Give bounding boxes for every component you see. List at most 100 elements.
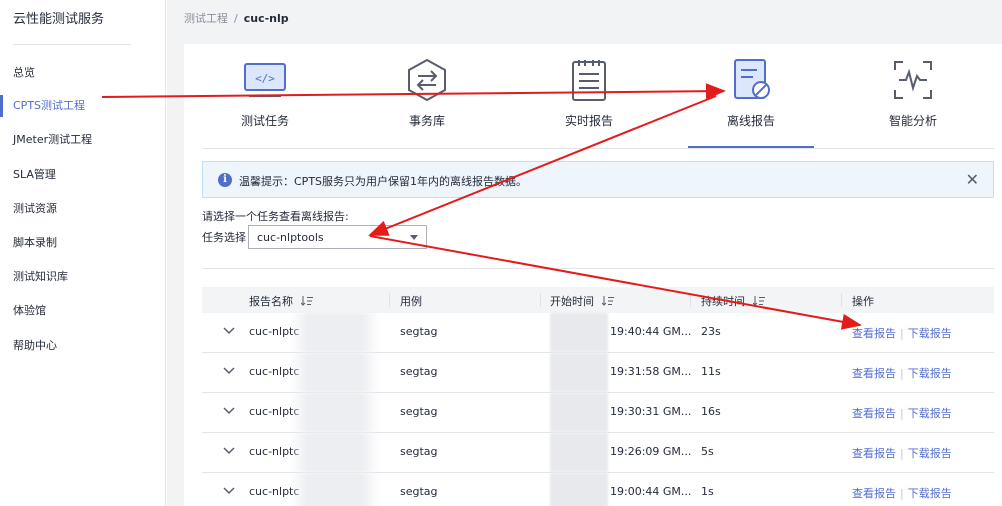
- divider: |: [900, 327, 904, 340]
- view-report-link[interactable]: 查看报告: [852, 367, 896, 380]
- svg-text:</>: </>: [255, 72, 275, 85]
- sort-icon[interactable]: [301, 296, 313, 306]
- chevron-down-icon[interactable]: [222, 404, 236, 418]
- table-row: cuc-nlptc segtag 19:31:58 GM... 11s 查看报告…: [202, 353, 994, 393]
- view-report-link[interactable]: 查看报告: [852, 407, 896, 420]
- table-row: cuc-nlptc segtag 19:30:31 GM... 16s 查看报告…: [202, 393, 994, 433]
- active-tab-indicator: [688, 146, 814, 148]
- actions-cell: 查看报告 | 下载报告: [852, 445, 952, 461]
- breadcrumb-parent[interactable]: 测试工程: [184, 10, 228, 26]
- sidebar-item-cpts-project[interactable]: CPTS测试工程: [0, 95, 166, 117]
- column-header-report-name[interactable]: 报告名称: [249, 293, 313, 309]
- code-monitor-icon: </>: [244, 63, 286, 97]
- transaction-hexagon-icon: [408, 58, 446, 102]
- sidebar-item-knowledge-base[interactable]: 测试知识库: [0, 266, 166, 288]
- redacted-region: [290, 473, 380, 506]
- download-report-link[interactable]: 下载报告: [908, 487, 952, 500]
- sidebar-item-jmeter-project[interactable]: JMeter测试工程: [0, 129, 166, 151]
- case-cell: segtag: [400, 485, 438, 498]
- view-report-link[interactable]: 查看报告: [852, 487, 896, 500]
- view-report-link[interactable]: 查看报告: [852, 327, 896, 340]
- case-cell: segtag: [400, 365, 438, 378]
- download-report-link[interactable]: 下载报告: [908, 447, 952, 460]
- case-cell: segtag: [400, 325, 438, 338]
- column-separator: [389, 293, 390, 307]
- duration-cell: 1s: [701, 485, 714, 498]
- actions-cell: 查看报告 | 下载报告: [852, 405, 952, 421]
- duration-cell: 16s: [701, 405, 721, 418]
- waveform-icon: [894, 61, 932, 99]
- start-time-cell: 19:31:58 GM...: [610, 365, 692, 378]
- case-cell: segtag: [400, 405, 438, 418]
- divider: |: [900, 487, 904, 500]
- start-time-cell: 19:00:44 GM...: [610, 485, 692, 498]
- table-row: cuc-nlptc segtag 19:40:44 GM... 23s 查看报告…: [202, 313, 994, 353]
- divider: |: [900, 367, 904, 380]
- column-header-duration[interactable]: 持续时间: [701, 293, 765, 309]
- redacted-region: [550, 393, 608, 432]
- sidebar-item-overview[interactable]: 总览: [0, 62, 166, 84]
- tab-label: 事务库: [408, 114, 445, 128]
- chevron-down-icon[interactable]: [222, 444, 236, 458]
- column-header-actions: 操作: [852, 293, 874, 309]
- actions-cell: 查看报告 | 下载报告: [852, 365, 952, 381]
- info-alert: i 温馨提示：CPTS服务只为用户保留1年内的离线报告数据。 ✕: [202, 161, 994, 198]
- sort-icon[interactable]: [753, 296, 765, 306]
- breadcrumb-current: cuc-nlp: [243, 11, 289, 25]
- tab-offline-report[interactable]: 离线报告: [688, 56, 814, 148]
- redacted-region: [290, 433, 380, 472]
- task-select-hint: 请选择一个任务查看离线报告:: [202, 210, 349, 223]
- tab-transaction-library[interactable]: 事务库: [364, 56, 490, 148]
- sidebar-divider: [13, 44, 131, 45]
- table-row: cuc-nlptc segtag 19:26:09 GM... 5s 查看报告 |…: [202, 433, 994, 473]
- start-time-cell: 19:30:31 GM...: [610, 405, 692, 418]
- column-header-start-time[interactable]: 开始时间: [550, 293, 614, 309]
- redacted-region: [550, 473, 608, 506]
- breadcrumb: 测试工程 / cuc-nlp: [184, 10, 289, 26]
- sidebar-item-test-resources[interactable]: 测试资源: [0, 198, 166, 220]
- start-time-cell: 19:40:44 GM...: [610, 325, 692, 338]
- redacted-region: [550, 353, 608, 392]
- section-divider: [202, 268, 994, 269]
- column-header-label: 用例: [400, 295, 422, 308]
- sidebar-item-sla[interactable]: SLA管理: [0, 164, 166, 186]
- divider: |: [900, 407, 904, 420]
- sidebar-item-script-recording[interactable]: 脚本录制: [0, 232, 166, 254]
- sidebar-item-help[interactable]: 帮助中心: [0, 335, 166, 357]
- duration-cell: 11s: [701, 365, 721, 378]
- download-report-link[interactable]: 下载报告: [908, 407, 952, 420]
- tab-label: 智能分析: [888, 114, 937, 128]
- column-header-label: 持续时间: [701, 295, 745, 308]
- tab-smart-analysis[interactable]: 智能分析: [850, 56, 976, 148]
- duration-cell: 5s: [701, 445, 714, 458]
- column-header-case: 用例: [400, 293, 422, 309]
- chevron-down-icon[interactable]: [222, 484, 236, 498]
- chevron-down-icon[interactable]: [222, 324, 236, 338]
- tab-label: 离线报告: [726, 114, 775, 128]
- download-report-link[interactable]: 下载报告: [908, 327, 952, 340]
- tab-realtime-report[interactable]: 实时报告: [526, 56, 652, 148]
- case-cell: segtag: [400, 445, 438, 458]
- column-header-label: 开始时间: [550, 295, 594, 308]
- task-select-dropdown[interactable]: cuc-nlptools: [248, 225, 427, 249]
- view-report-link[interactable]: 查看报告: [852, 447, 896, 460]
- redacted-region: [550, 433, 608, 472]
- sidebar-item-experience[interactable]: 体验馆: [0, 300, 166, 322]
- tab-test-tasks[interactable]: </> 测试任务: [202, 56, 328, 148]
- close-icon[interactable]: ✕: [966, 170, 979, 189]
- redacted-region: [290, 393, 380, 432]
- alert-text: 温馨提示：CPTS服务只为用户保留1年内的离线报告数据。: [239, 175, 528, 188]
- sidebar: 云性能测试服务 总览 CPTS测试工程 JMeter测试工程 SLA管理 测试资…: [0, 0, 166, 506]
- table-header: 报告名称 用例 开始时间 持续时间 操作: [202, 287, 994, 313]
- actions-cell: 查看报告 | 下载报告: [852, 325, 952, 341]
- sidebar-title: 云性能测试服务: [13, 12, 105, 27]
- redacted-region: [290, 313, 380, 352]
- info-icon: i: [218, 173, 232, 187]
- column-separator: [540, 293, 541, 307]
- breadcrumb-separator: /: [234, 11, 238, 25]
- download-report-link[interactable]: 下载报告: [908, 367, 952, 380]
- start-time-cell: 19:26:09 GM...: [610, 445, 692, 458]
- sort-icon[interactable]: [602, 296, 614, 306]
- report-blocked-icon: [734, 59, 770, 99]
- chevron-down-icon[interactable]: [222, 364, 236, 378]
